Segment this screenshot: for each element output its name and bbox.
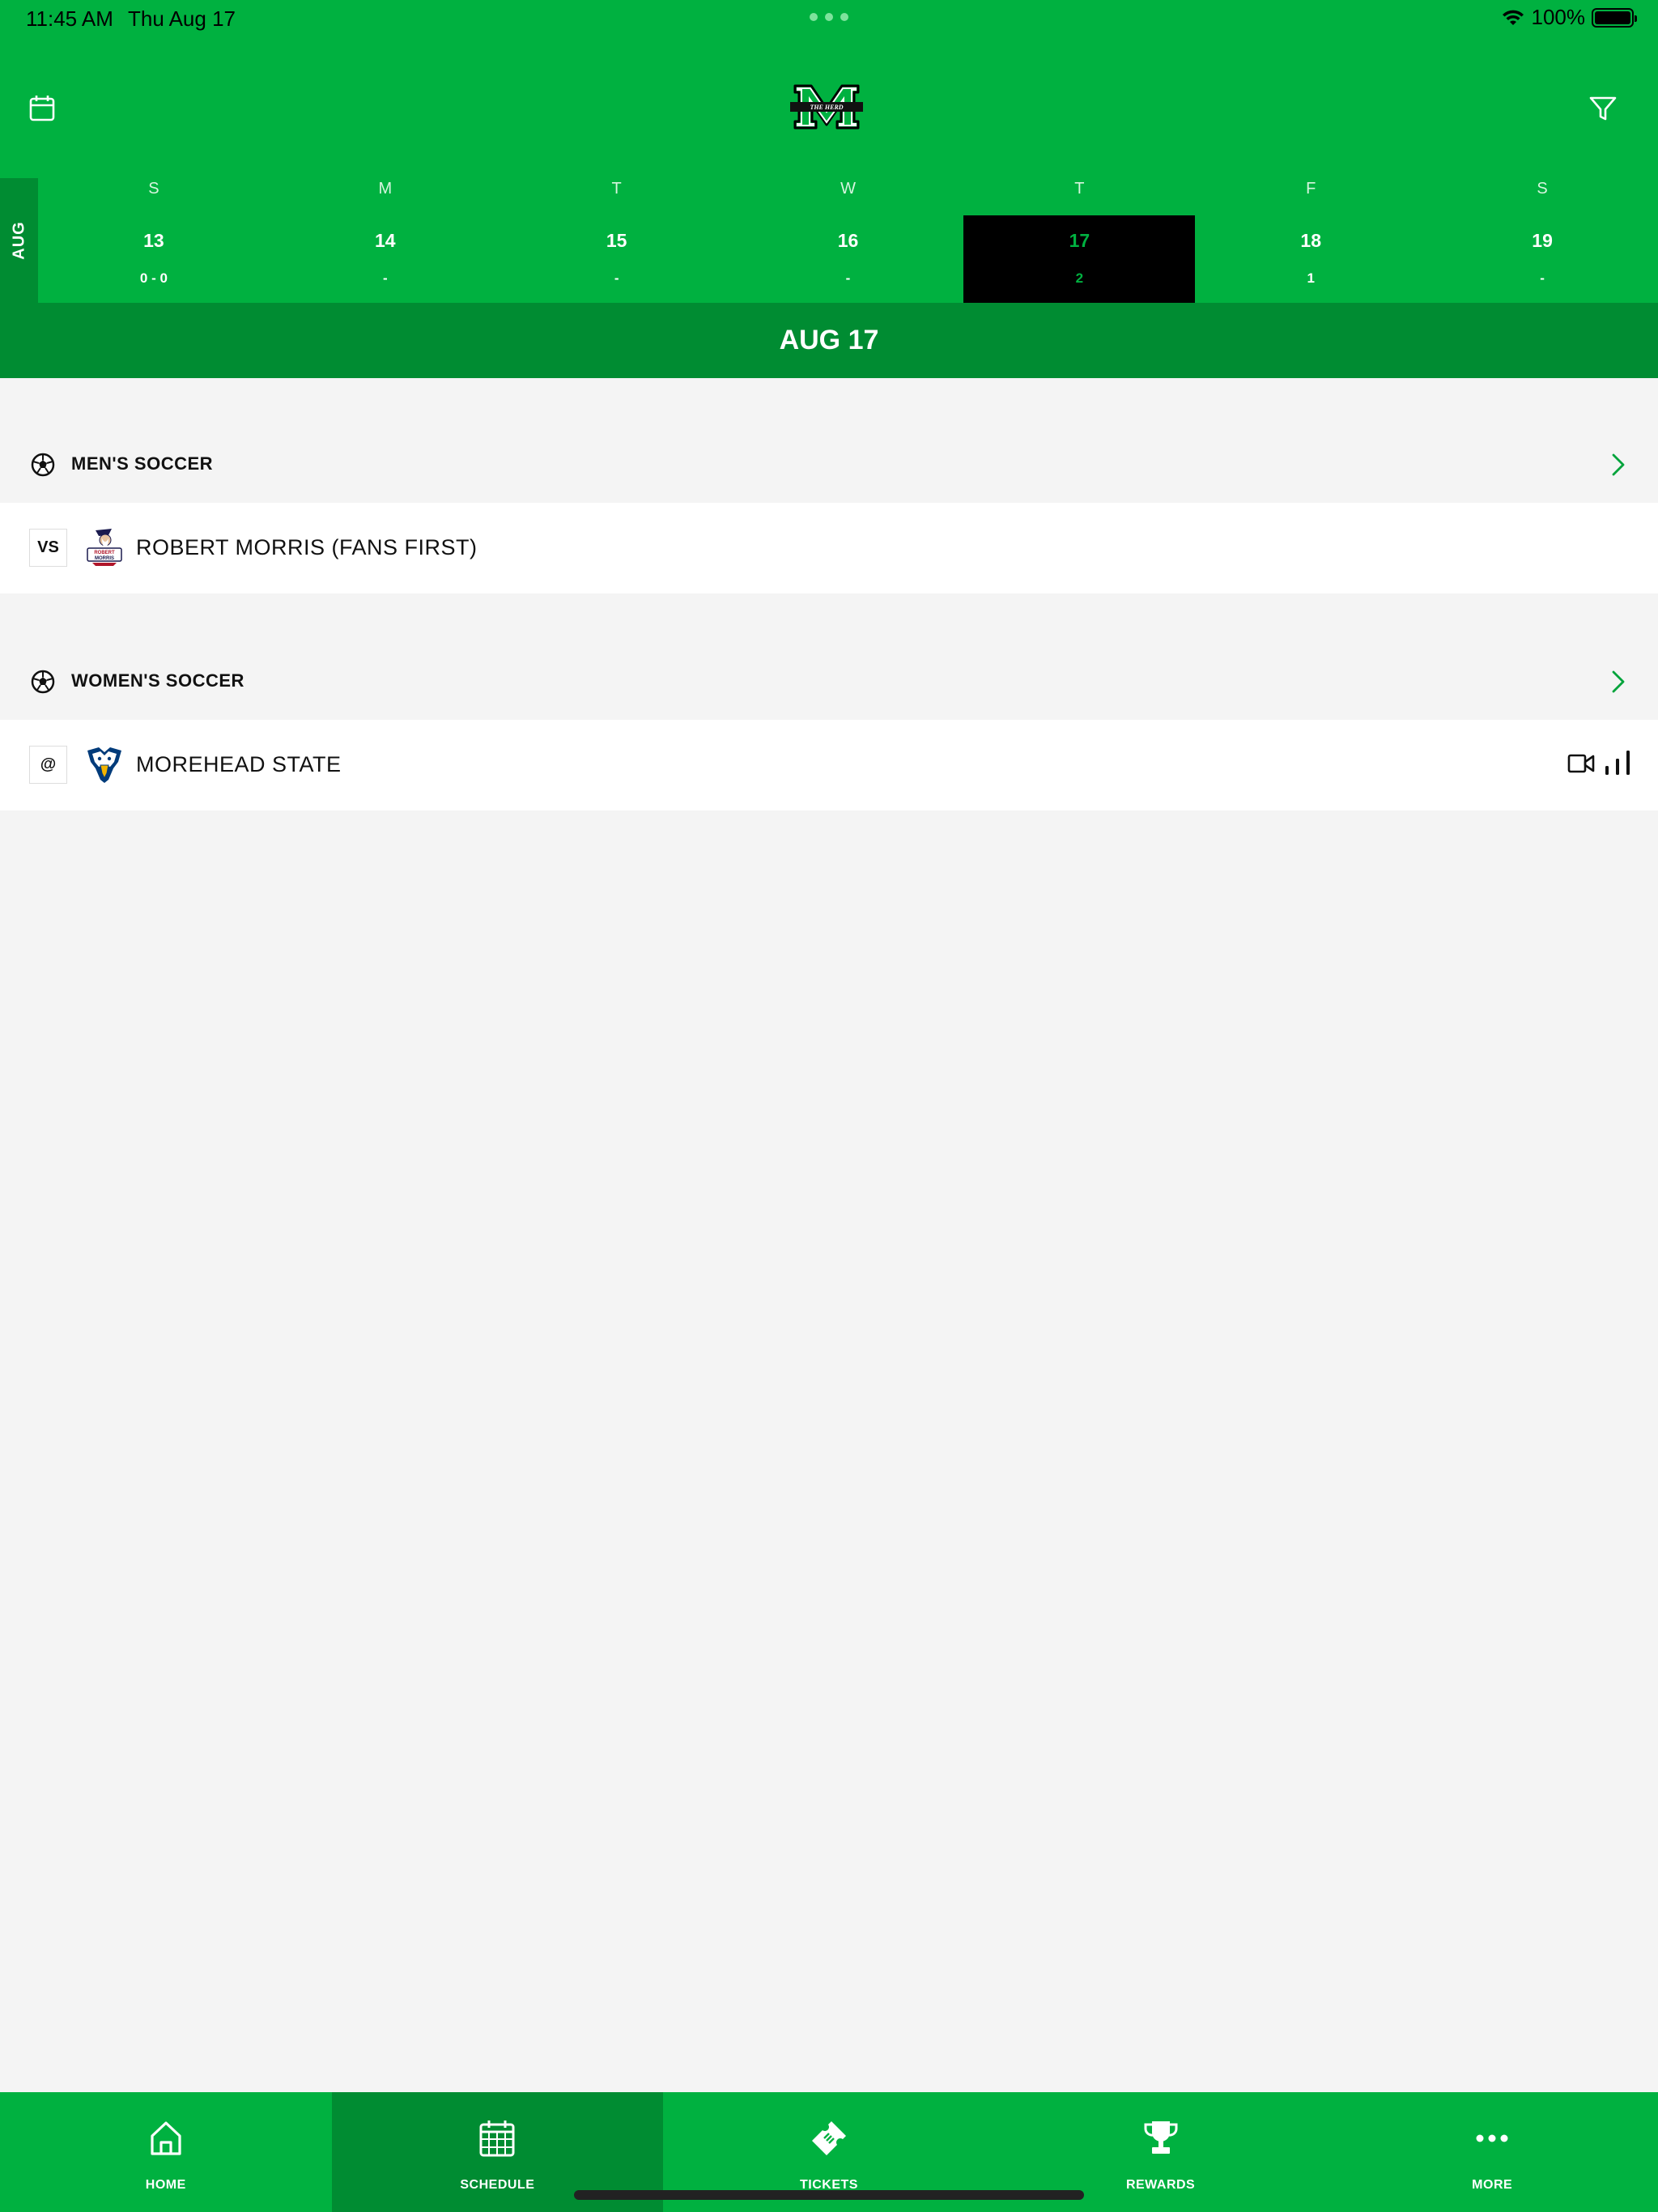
tab-label: HOME bbox=[145, 2178, 186, 2192]
wifi-icon bbox=[1502, 10, 1524, 25]
day-of-week: W bbox=[840, 180, 856, 198]
day-event-count: 1 bbox=[1307, 270, 1315, 286]
morehead-state-eagles-logo bbox=[87, 747, 121, 783]
day-of-week: S bbox=[148, 180, 159, 198]
day-of-week: M bbox=[378, 180, 393, 198]
day-of-week: T bbox=[1074, 180, 1085, 198]
filter-icon[interactable] bbox=[1588, 94, 1618, 123]
day-number: 17 bbox=[1069, 230, 1090, 251]
calendar-grid-icon bbox=[479, 2121, 515, 2157]
day-event-count: 0 - 0 bbox=[139, 270, 168, 286]
day-event-count: - bbox=[382, 270, 388, 286]
soccer-ball-icon bbox=[31, 670, 55, 694]
tab-home[interactable]: HOME bbox=[0, 2092, 332, 2212]
marshall-thundering-herd-logo: THE HERD bbox=[790, 84, 863, 130]
home-icon bbox=[151, 2121, 181, 2155]
week-strip: S 13 0 - 0 M 14 - T 15 - W 16 - T 17 2 F… bbox=[38, 178, 1658, 303]
day-number: 13 bbox=[143, 230, 164, 251]
day-cell-5[interactable]: F 18 1 bbox=[1195, 178, 1426, 303]
opponent-name: ROBERT MORRIS (FANS FIRST) bbox=[136, 535, 478, 559]
trophy-icon bbox=[1144, 2121, 1178, 2154]
game-row-morehead-state[interactable]: @ MOREHEAD STATE bbox=[0, 720, 1658, 810]
day-cell-0[interactable]: S 13 0 - 0 bbox=[38, 178, 270, 303]
svg-text:THE HERD: THE HERD bbox=[810, 104, 843, 111]
video-camera-icon[interactable] bbox=[1567, 752, 1595, 775]
status-bar: 11:45 AM Thu Aug 17 100% bbox=[0, 0, 1658, 39]
svg-text:MORRIS: MORRIS bbox=[95, 556, 114, 561]
sport-title: MEN'S SOCCER bbox=[71, 453, 214, 474]
multitasking-dots-icon[interactable] bbox=[810, 13, 848, 23]
day-cell-3[interactable]: W 16 - bbox=[733, 178, 964, 303]
day-cell-1[interactable]: M 14 - bbox=[270, 178, 501, 303]
stats-bars-icon[interactable] bbox=[1603, 748, 1632, 777]
day-event-count: - bbox=[1540, 270, 1545, 286]
sport-title: WOMEN'S SOCCER bbox=[71, 670, 244, 691]
selected-day-highlight bbox=[963, 215, 1196, 303]
calendar-icon[interactable] bbox=[28, 94, 57, 123]
home-indicator[interactable] bbox=[574, 2190, 1084, 2200]
day-number: 18 bbox=[1300, 230, 1322, 251]
day-number: 19 bbox=[1532, 230, 1553, 251]
soccer-ball-icon bbox=[31, 453, 55, 477]
app-header: 11:45 AM Thu Aug 17 100% THE HERD AUG S … bbox=[0, 0, 1658, 378]
chevron-right-icon[interactable] bbox=[1609, 452, 1627, 478]
home-away-badge: @ bbox=[29, 746, 67, 784]
sport-header-mens-soccer[interactable]: MEN'S SOCCER bbox=[0, 428, 1658, 500]
status-right: 100% bbox=[1501, 5, 1637, 30]
day-number: 14 bbox=[374, 230, 396, 251]
status-date: Thu Aug 17 bbox=[128, 6, 236, 31]
day-number: 16 bbox=[837, 230, 859, 251]
day-of-week: S bbox=[1537, 180, 1548, 198]
day-cell-6[interactable]: S 19 - bbox=[1426, 178, 1658, 303]
day-cell-selected[interactable]: T 17 2 bbox=[963, 178, 1196, 303]
robert-morris-colonials-logo: ROBERT MORRIS bbox=[87, 529, 122, 566]
battery-percent: 100% bbox=[1531, 5, 1586, 29]
opponent-name: MOREHEAD STATE bbox=[136, 752, 342, 776]
day-event-count: - bbox=[845, 270, 851, 286]
day-event-count: 2 bbox=[1075, 270, 1084, 286]
ticket-icon bbox=[811, 2121, 846, 2155]
day-number: 15 bbox=[606, 230, 627, 251]
tab-more[interactable]: MORE bbox=[1326, 2092, 1658, 2212]
battery-icon bbox=[1592, 7, 1637, 28]
status-time: 11:45 AM bbox=[26, 6, 113, 31]
chevron-right-icon[interactable] bbox=[1609, 669, 1627, 695]
day-of-week: F bbox=[1306, 180, 1316, 198]
day-of-week: T bbox=[611, 180, 622, 198]
selected-date-title: AUG 17 bbox=[0, 303, 1658, 378]
more-dots-icon bbox=[1476, 2134, 1508, 2142]
svg-text:ROBERT: ROBERT bbox=[94, 551, 115, 555]
game-row-robert-morris[interactable]: VS ROBERT MORRIS ROBERT MORRIS (FANS FIR… bbox=[0, 503, 1658, 593]
tab-label: MORE bbox=[1472, 2178, 1513, 2192]
sport-header-womens-soccer[interactable]: WOMEN'S SOCCER bbox=[0, 644, 1658, 717]
month-label: AUG bbox=[0, 178, 38, 303]
day-cell-2[interactable]: T 15 - bbox=[501, 178, 733, 303]
home-away-badge: VS bbox=[29, 529, 67, 567]
day-event-count: - bbox=[614, 270, 619, 286]
